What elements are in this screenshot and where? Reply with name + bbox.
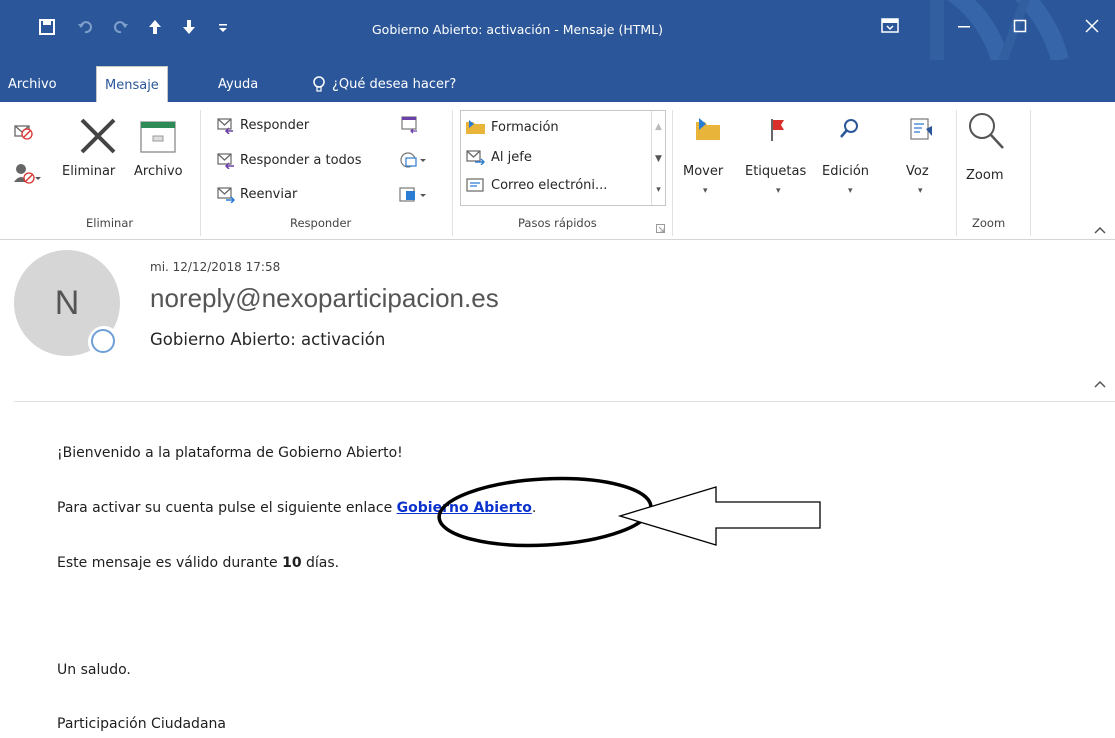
read-aloud-icon[interactable] [908, 116, 934, 146]
quick-steps-gallery[interactable]: Formación Al jefe Correo electróni... ▲ … [460, 110, 666, 206]
archive-button[interactable]: Archivo [134, 164, 183, 179]
flag-icon[interactable] [766, 116, 788, 146]
greeting-line: Un saludo. [57, 662, 131, 678]
down-arrow-icon[interactable] [176, 14, 202, 40]
reply-all-icon [217, 153, 234, 169]
move-icon[interactable] [694, 116, 722, 146]
ribbon-tabs: Archivo Mensaje Ayuda ¿Qué desea hacer? [0, 60, 1115, 103]
zoom-button[interactable]: Zoom [966, 168, 1003, 183]
customize-qat-icon[interactable] [210, 14, 236, 40]
ribbon-display-icon[interactable] [870, 10, 910, 42]
welcome-line: ¡Bienvenido a la plataforma de Gobierno … [57, 445, 403, 461]
tell-me-box[interactable]: ¿Qué desea hacer? [304, 70, 464, 98]
junk-icon[interactable] [12, 162, 42, 190]
ignore-icon[interactable] [12, 120, 34, 146]
voice-dropdown-icon[interactable]: ▾ [918, 186, 923, 196]
group-label-eliminar: Eliminar [86, 216, 134, 230]
activation-link[interactable]: Gobierno Abierto [397, 500, 532, 516]
quick-step-formacion[interactable]: Formación [465, 119, 559, 135]
editing-button[interactable]: Edición [822, 164, 869, 179]
message-sender[interactable]: noreply@nexoparticipacion.es [150, 283, 499, 314]
meeting-reply-icon[interactable] [400, 114, 422, 138]
gallery-expand[interactable]: ▾ [651, 175, 665, 205]
presence-status-icon [88, 326, 120, 358]
quick-step-label: Formación [491, 119, 559, 135]
ribbon: Eliminar Archivo Eliminar Responder Resp… [0, 102, 1115, 240]
archive-icon[interactable] [138, 118, 180, 160]
undo-icon[interactable] [72, 14, 98, 40]
dialog-launcher-icon[interactable] [656, 219, 666, 238]
signature-line: Participación Ciudadana [57, 716, 226, 732]
folder-arrow-icon [466, 120, 485, 134]
message-date: mi. 12/12/2018 17:58 [150, 260, 281, 274]
activation-line: Para activar su cuenta pulse el siguient… [57, 500, 536, 516]
collapse-ribbon-icon[interactable] [1094, 220, 1106, 239]
group-label-pasos-rapidos: Pasos rápidos [518, 216, 597, 230]
forward-mail-icon [466, 150, 485, 165]
activation-text: Para activar su cuenta pulse el siguient… [57, 500, 397, 516]
zoom-icon[interactable] [966, 110, 1006, 156]
tab-archivo[interactable]: Archivo [0, 70, 65, 98]
quick-step-label: Correo electróni... [491, 177, 608, 193]
up-arrow-icon[interactable] [142, 14, 168, 40]
save-icon[interactable] [34, 14, 60, 40]
forward-icon [217, 187, 236, 203]
group-separator [672, 110, 673, 236]
validity-days: 10 [282, 555, 302, 571]
reply-icon [217, 118, 233, 134]
delete-icon[interactable] [78, 116, 118, 160]
delete-button[interactable]: Eliminar [62, 164, 115, 179]
activation-suffix: . [531, 500, 537, 516]
gallery-scroll-down[interactable]: ▼ [651, 143, 665, 175]
tell-me-text: ¿Qué desea hacer? [332, 76, 457, 92]
reply-all-label: Responder a todos [240, 152, 362, 168]
annotation-arrow [617, 486, 821, 546]
move-dropdown-icon[interactable]: ▾ [703, 186, 708, 196]
validity-line: Este mensaje es válido durante 10 días. [57, 555, 339, 571]
minimize-icon[interactable] [944, 10, 984, 42]
tags-button[interactable]: Etiquetas [745, 164, 806, 179]
find-icon[interactable] [838, 116, 862, 146]
maximize-icon[interactable] [1000, 10, 1040, 42]
window-title: Gobierno Abierto: activación - Mensaje (… [372, 22, 663, 37]
header-divider [14, 401, 1115, 402]
editing-dropdown-icon[interactable]: ▾ [848, 186, 853, 196]
quick-step-correo[interactable]: Correo electróni... [465, 177, 607, 193]
validity-suffix: días. [301, 555, 340, 571]
reply-button[interactable]: Responder [216, 116, 309, 134]
group-separator [1030, 110, 1031, 236]
move-button[interactable]: Mover [683, 164, 723, 179]
group-separator [452, 110, 453, 236]
group-separator [200, 110, 201, 236]
reply-all-button[interactable]: Responder a todos [216, 151, 362, 169]
quick-step-label: Al jefe [491, 149, 532, 165]
message-subject: Gobierno Abierto: activación [150, 330, 386, 349]
tags-dropdown-icon[interactable]: ▾ [776, 186, 781, 196]
voice-button[interactable]: Voz [906, 164, 929, 179]
title-bar: Gobierno Abierto: activación - Mensaje (… [0, 0, 1115, 60]
reply-label: Responder [240, 117, 310, 133]
group-separator [956, 110, 957, 236]
tab-ayuda[interactable]: Ayuda [210, 70, 266, 98]
close-icon[interactable] [1072, 10, 1112, 42]
lightbulb-icon [313, 76, 325, 92]
gallery-scroll-up[interactable]: ▲ [651, 111, 665, 143]
email-icon [466, 178, 484, 192]
collapse-header-icon[interactable] [1094, 374, 1106, 393]
redo-icon[interactable] [108, 14, 134, 40]
forward-label: Reenviar [240, 186, 298, 202]
more-respond-icon[interactable] [398, 185, 428, 209]
im-reply-icon[interactable] [398, 150, 428, 174]
validity-text: Este mensaje es válido durante [57, 555, 283, 571]
avatar-initial: N [54, 283, 80, 322]
group-label-zoom: Zoom [972, 216, 1006, 230]
forward-button[interactable]: Reenviar [216, 185, 297, 203]
group-label-responder: Responder [290, 216, 352, 230]
tab-mensaje[interactable]: Mensaje [96, 66, 168, 103]
quick-step-al-jefe[interactable]: Al jefe [465, 149, 532, 165]
